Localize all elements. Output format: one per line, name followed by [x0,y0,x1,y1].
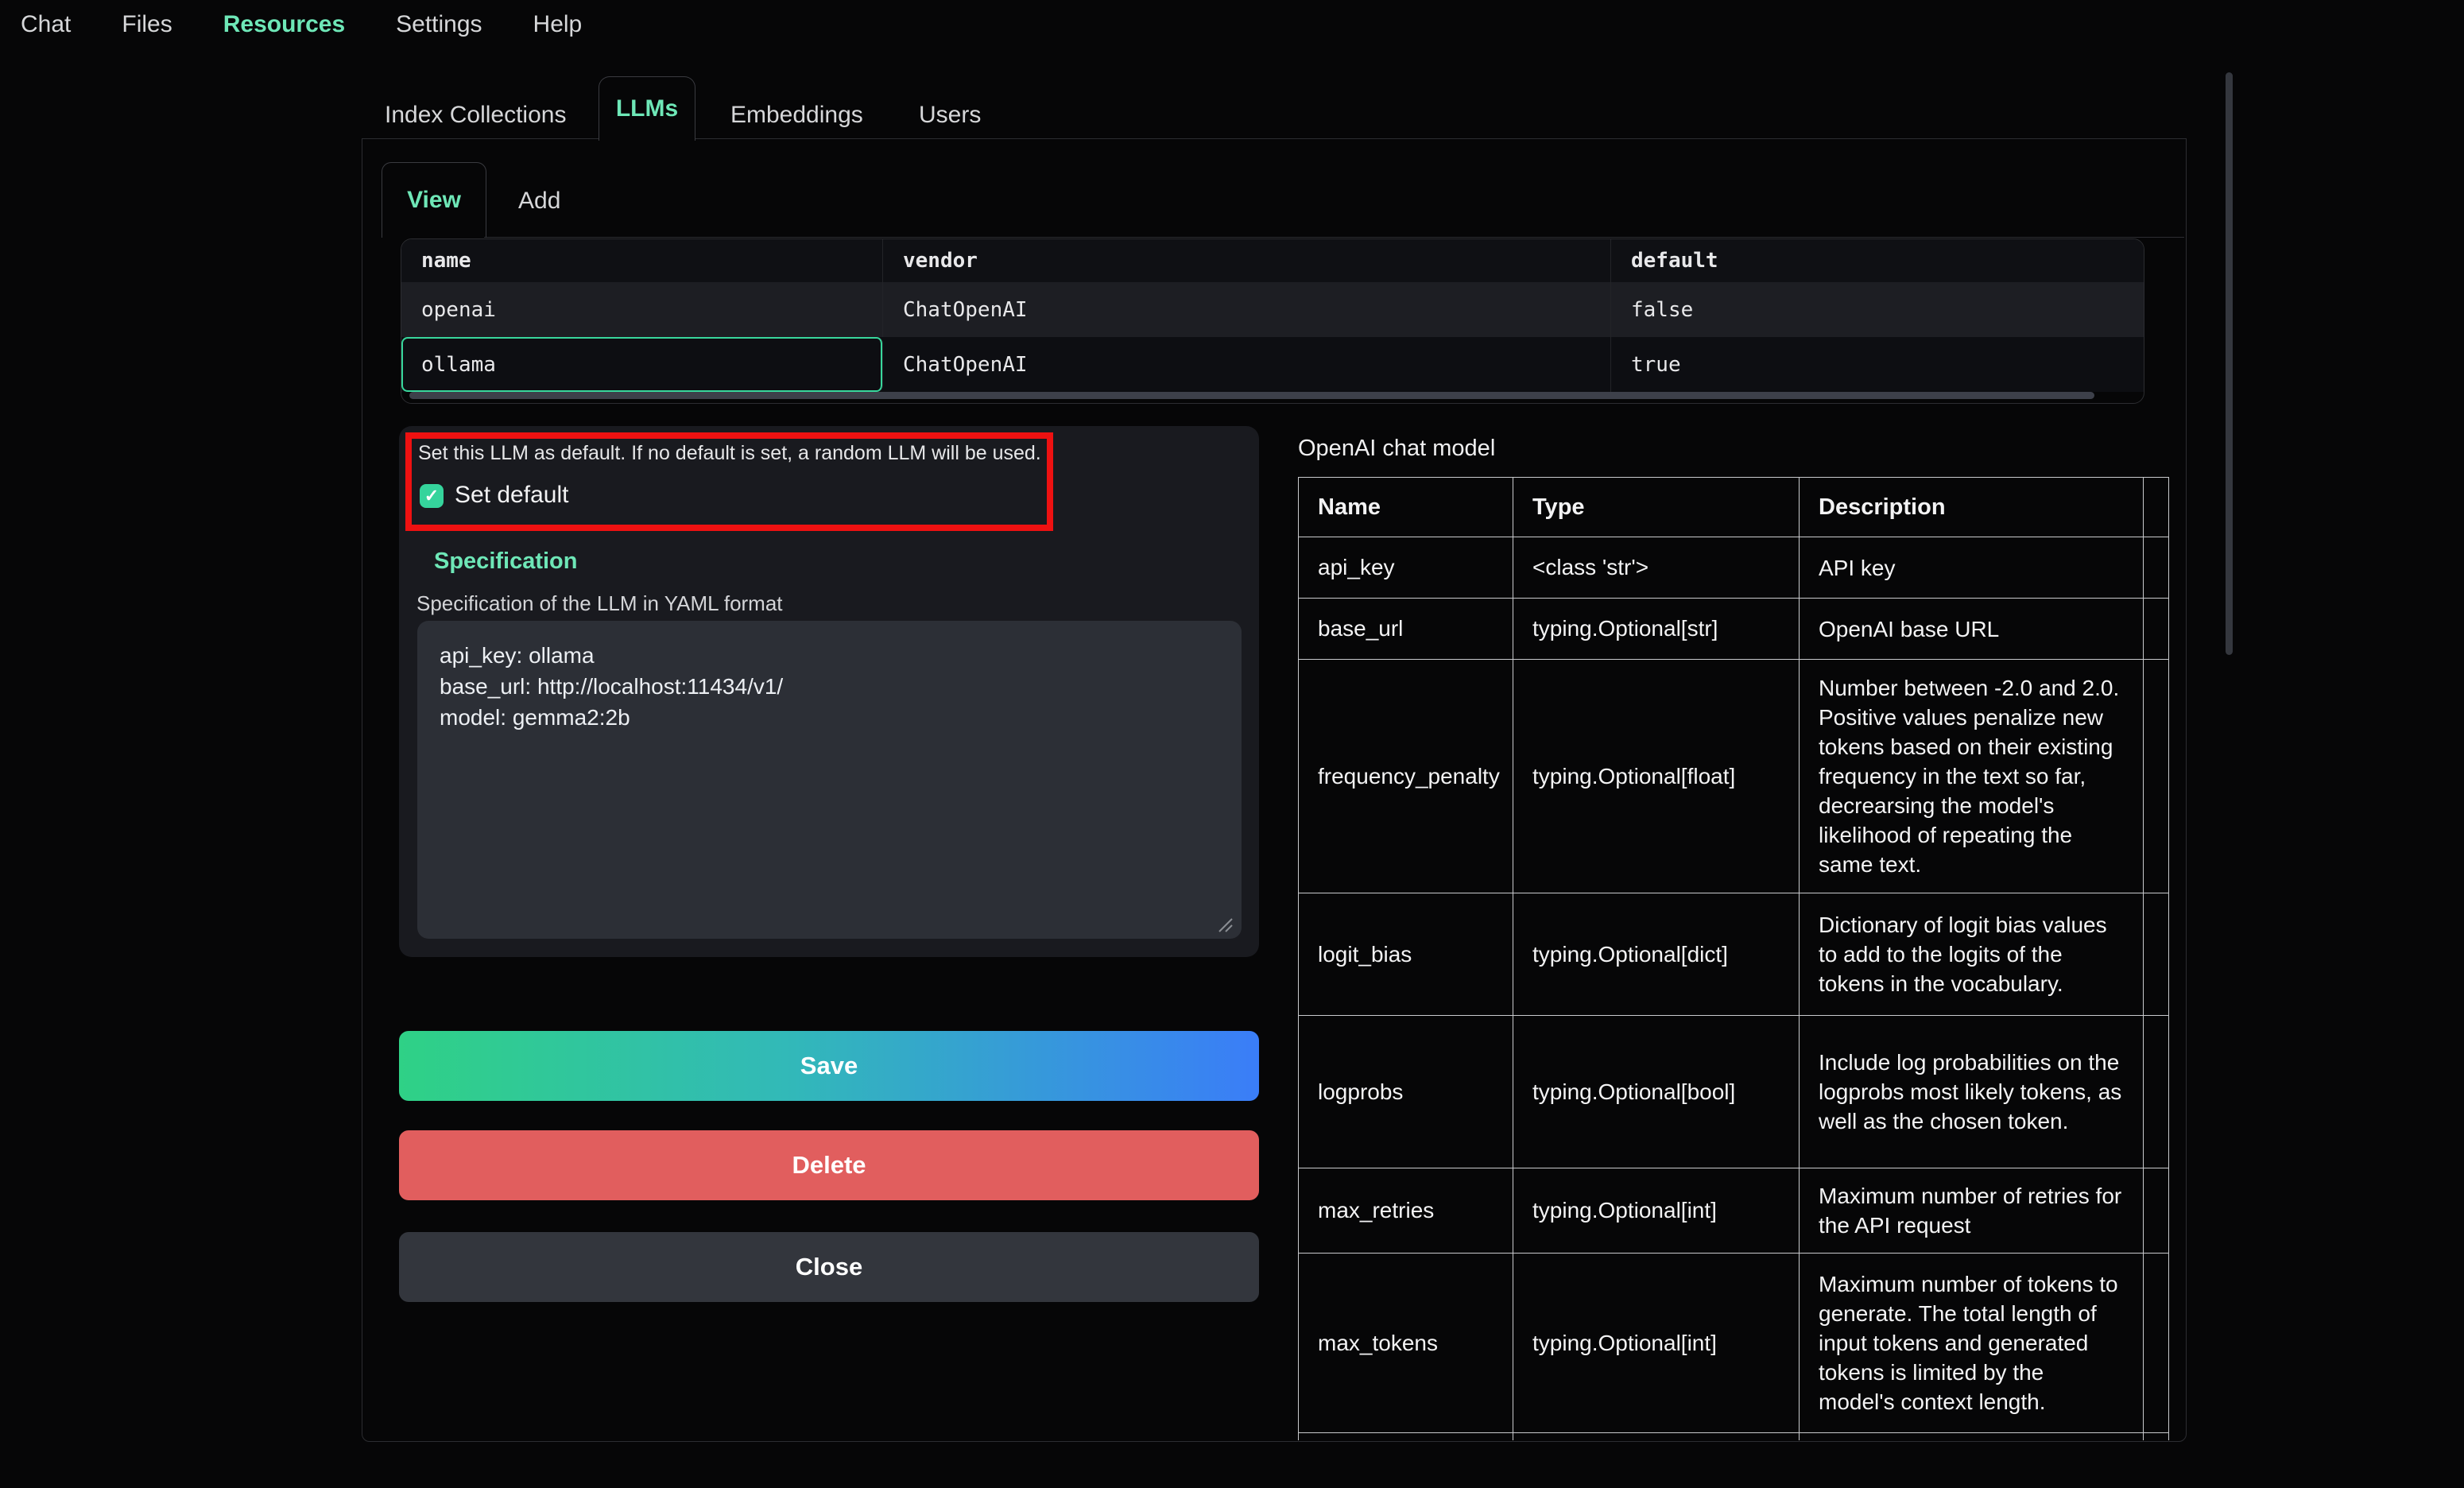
llm-row-openai-name[interactable]: openai [401,282,883,337]
gutter-cell [2144,1016,2169,1168]
params-col-gutter [2144,478,2169,537]
param-type: <class 'str'> [1513,537,1800,599]
subtab-add[interactable]: Add [518,188,560,215]
llm-row-openai-default[interactable]: false [1611,282,2144,337]
params-header-row: Name Type Description [1299,478,2169,537]
params-table: Name Type Description api_key <class 'st… [1298,477,2169,1440]
param-description: API key [1800,537,2144,599]
table-row-selected[interactable]: ollama ChatOpenAI true [401,337,2144,392]
table-row: logprobs typing.Optional[bool] Include l… [1299,1016,2169,1168]
vertical-scrollbar-thumb[interactable] [2226,72,2233,655]
table-row: max_retries typing.Optional[int] Maximum… [1299,1168,2169,1254]
table-row: api_key <class 'str'> API key [1299,537,2169,599]
llm-col-header-name: name [401,239,883,282]
param-description: Maximum number of tokens to generate. Th… [1800,1254,2144,1433]
param-name [1299,1433,1513,1441]
delete-button[interactable]: Delete [399,1130,1259,1200]
param-type [1513,1433,1800,1441]
yaml-specification-input[interactable]: api_key: ollama base_url: http://localho… [417,621,1242,939]
subtab-divider [484,237,2184,238]
llm-row-ollama-vendor[interactable]: ChatOpenAI [883,337,1611,392]
param-description: Maximum number of retries for the API re… [1800,1168,2144,1254]
save-button[interactable]: Save [399,1031,1259,1101]
llm-row-ollama-default[interactable]: true [1611,337,2144,392]
param-type: typing.Optional[bool] [1513,1016,1800,1168]
app-window: Chat Files Resources Settings Help Index… [0,0,2464,1488]
tab-index-collections[interactable]: Index Collections [385,102,566,129]
nav-item-resources[interactable]: Resources [223,11,345,38]
nav-item-settings[interactable]: Settings [396,11,482,38]
param-type: typing.Optional[dict] [1513,893,1800,1016]
param-description: OpenAI base URL [1800,599,2144,660]
llm-table-header-row: name vendor default [401,239,2144,282]
param-name: frequency_penalty [1299,660,1513,893]
gutter-cell [2144,660,2169,893]
gutter-cell [2144,599,2169,660]
params-panel-title: OpenAI chat model [1298,436,1495,462]
llm-list-table: name vendor default openai ChatOpenAI fa… [401,238,2144,404]
params-table-wrapper: Name Type Description api_key <class 'st… [1298,477,2172,1440]
specification-help-text: Specification of the LLM in YAML format [416,591,783,616]
params-col-description: Description [1800,478,2144,537]
close-button[interactable]: Close [399,1232,1259,1302]
llm-row-openai-vendor[interactable]: ChatOpenAI [883,282,1611,337]
tab-embeddings[interactable]: Embeddings [730,102,863,129]
param-description [1800,1433,2144,1441]
param-description: Number between -2.0 and 2.0. Positive va… [1800,660,2144,893]
param-type: typing.Optional[str] [1513,599,1800,660]
annotation-red-box [405,432,1053,531]
param-type: typing.Optional[float] [1513,660,1800,893]
table-row-clipped [1299,1433,2169,1441]
tab-llms[interactable]: LLMs [599,76,695,141]
param-type: typing.Optional[int] [1513,1254,1800,1433]
nav-item-files[interactable]: Files [122,11,172,38]
param-description: Dictionary of logit bias values to add t… [1800,893,2144,1016]
nav-item-chat[interactable]: Chat [21,11,71,38]
param-name: logprobs [1299,1016,1513,1168]
param-name: logit_bias [1299,893,1513,1016]
param-name: max_retries [1299,1168,1513,1254]
gutter-cell [2144,1433,2169,1441]
params-col-name: Name [1299,478,1513,537]
table-row: logit_bias typing.Optional[dict] Diction… [1299,893,2169,1016]
subtab-view-label: View [407,187,461,214]
llm-row-ollama-name[interactable]: ollama [401,337,883,392]
params-col-type: Type [1513,478,1800,537]
gutter-cell [2144,1168,2169,1254]
gutter-cell [2144,537,2169,599]
subtab-view[interactable]: View [382,162,486,238]
table-row: base_url typing.Optional[str] OpenAI bas… [1299,599,2169,660]
tab-users[interactable]: Users [919,102,981,129]
tab-llms-label: LLMs [616,95,678,122]
param-name: max_tokens [1299,1254,1513,1433]
param-name: api_key [1299,537,1513,599]
table-row[interactable]: openai ChatOpenAI false [401,282,2144,337]
table-row: max_tokens typing.Optional[int] Maximum … [1299,1254,2169,1433]
llm-col-header-default: default [1611,239,2144,282]
param-name: base_url [1299,599,1513,660]
llm-col-header-vendor: vendor [883,239,1611,282]
gutter-cell [2144,1254,2169,1433]
top-nav: Chat Files Resources Settings Help [21,11,582,38]
param-description: Include log probabilities on the logprob… [1800,1016,2144,1168]
table-row: frequency_penalty typing.Optional[float]… [1299,660,2169,893]
param-type: typing.Optional[int] [1513,1168,1800,1254]
nav-item-help[interactable]: Help [533,11,583,38]
specification-heading: Specification [434,548,578,575]
textarea-resize-handle-icon[interactable] [1215,914,1234,933]
horizontal-scrollbar[interactable] [409,392,2094,399]
gutter-cell [2144,893,2169,1016]
